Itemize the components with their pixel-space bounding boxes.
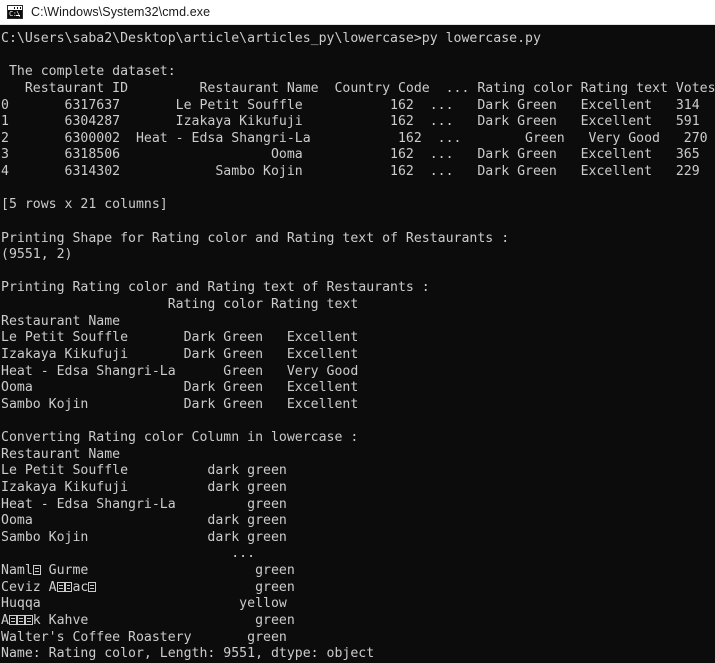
console-line: 4 6314302 Sambo Kojin 162 ... Dark Green… xyxy=(1,164,700,179)
console-line: 1 6304287 Izakaya Kikufuji 162 ... Dark … xyxy=(1,114,700,130)
missing-glyph-box xyxy=(16,614,25,625)
console-line: Heat - Edsa Shangri-La Green Very Good xyxy=(1,363,359,379)
console-line: Heat - Edsa Shangri-La green xyxy=(1,496,287,512)
console-line: The complete dataset: xyxy=(1,64,176,80)
console-text: C:\Users\saba2\Desktop\article\articles_… xyxy=(0,31,715,663)
console-line: Restaurant ID Restaurant Name Country Co… xyxy=(1,80,715,96)
console-line: Sambo Kojin Dark Green Excellent xyxy=(1,396,359,412)
console-line: Izakaya Kikufuji dark green xyxy=(1,479,287,495)
missing-glyph-box xyxy=(64,581,73,592)
console-line: Naml Gurme green xyxy=(1,563,295,578)
window-title-text: C:\Windows\System32\cmd.exe xyxy=(31,5,211,19)
console-output-area[interactable]: C:\Users\saba2\Desktop\article\articles_… xyxy=(0,25,715,663)
console-line: 2 6300002 Heat - Edsa Shangri-La 162 ...… xyxy=(1,130,708,146)
window-title-bar[interactable]: C:\ C:\Windows\System32\cmd.exe xyxy=(0,0,715,25)
missing-glyph-box xyxy=(56,581,65,592)
console-line: Rating color Rating text xyxy=(1,297,359,312)
console-line: Le Petit Souffle Dark Green Excellent xyxy=(1,330,359,346)
cmd-window: C:\ C:\Windows\System32\cmd.exe C:\Users… xyxy=(0,0,715,663)
console-line: Ak Kahve green xyxy=(1,612,295,628)
console-line: Printing Rating color and Rating text of… xyxy=(1,280,430,296)
missing-glyph-box xyxy=(24,614,33,625)
console-line: Ceviz Aac green xyxy=(1,579,295,595)
console-line: Restaurant Name xyxy=(1,313,121,329)
missing-glyph-box xyxy=(8,614,17,625)
missing-glyph-box xyxy=(88,581,97,592)
console-line: Izakaya Kikufuji Dark Green Excellent xyxy=(1,346,359,362)
cmd-console-icon: C:\ xyxy=(7,5,23,19)
console-line: Printing Shape for Rating color and Rati… xyxy=(1,230,510,246)
console-line: Ooma Dark Green Excellent xyxy=(1,380,359,396)
console-line: 0 6317637 Le Petit Souffle 162 ... Dark … xyxy=(1,97,700,113)
console-line: 3 6318506 Ooma 162 ... Dark Green Excell… xyxy=(1,147,700,163)
console-line: C:\Users\saba2\Desktop\article\articles_… xyxy=(1,31,541,46)
console-line: [5 rows x 21 columns] xyxy=(1,197,168,213)
console-line: Converting Rating color Column in lowerc… xyxy=(1,430,359,445)
console-line: ... xyxy=(1,546,256,562)
console-line: Walter's Coffee Roastery green xyxy=(1,629,287,645)
console-line: Le Petit Souffle dark green xyxy=(1,463,287,479)
console-line: Restaurant Name xyxy=(1,446,121,462)
console-line: (9551, 2) xyxy=(1,247,73,263)
console-line: Ooma dark green xyxy=(1,513,287,529)
missing-glyph-box xyxy=(32,565,41,575)
console-line: Huqqa yellow xyxy=(1,596,287,612)
console-line: Name: Rating color, Length: 9551, dtype:… xyxy=(1,646,375,662)
console-line: Sambo Kojin dark green xyxy=(1,529,287,545)
